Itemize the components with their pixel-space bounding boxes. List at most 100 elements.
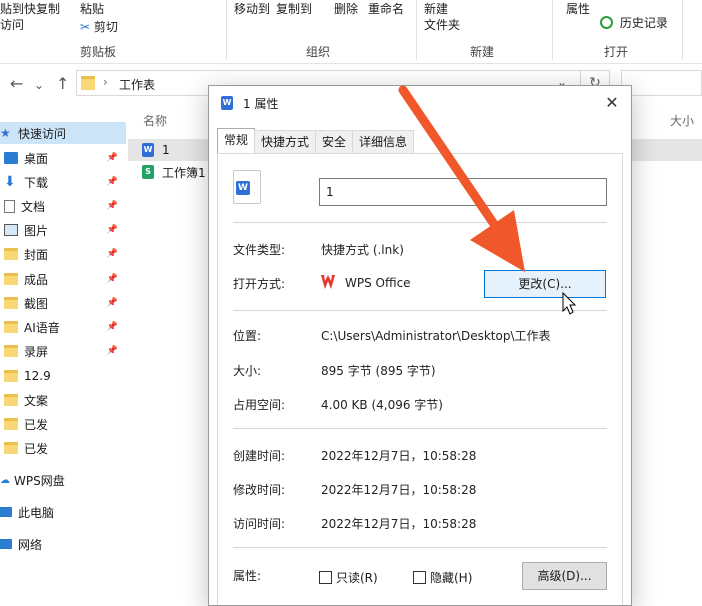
close-icon: ✕: [605, 93, 619, 112]
pin-icon: 📌: [106, 153, 118, 163]
organize-group-label: 组织: [306, 45, 331, 59]
open-group-label: 打开: [604, 45, 629, 59]
document-icon: [4, 199, 15, 213]
open-with-label: 打开方式:: [233, 277, 286, 291]
pin-quick-access-button[interactable]: 贴到快: [0, 0, 36, 17]
path-separator: ›: [103, 75, 108, 89]
folder-icon: [4, 321, 18, 333]
sidebar-item-pictures[interactable]: 图片 📌: [0, 219, 126, 241]
file-name-input[interactable]: 1: [319, 178, 607, 206]
hidden-checkbox[interactable]: 隐藏(H): [413, 569, 472, 586]
tab-security[interactable]: 安全: [315, 130, 354, 154]
folder-icon: [81, 76, 95, 90]
sidebar-item-screenshots[interactable]: 截图 📌: [0, 292, 126, 314]
dialog-title-bar[interactable]: W 1 属性: [209, 86, 631, 120]
pin-icon: 📌: [106, 201, 118, 211]
folder-icon: [4, 345, 18, 357]
sidebar-item-screen-recording[interactable]: 录屏 📌: [0, 340, 126, 362]
folder-icon: [4, 248, 18, 260]
pin-icon: 📌: [106, 225, 118, 235]
clipboard-group-label: 剪贴板: [80, 45, 117, 59]
cloud-icon: ☁: [0, 474, 10, 486]
sidebar-item-finished[interactable]: 成品 📌: [0, 268, 126, 290]
sidebar-item-downloads[interactable]: ⬇ 下载 📌: [0, 171, 126, 193]
pin-icon: 📌: [106, 298, 118, 308]
sidebar-item-copywriting[interactable]: 文案: [0, 389, 126, 411]
folder-icon: [4, 442, 18, 454]
properties-dialog: W 1 属性 ✕ 常规 快捷方式 安全 详细信息 W 1 文件类型: 快捷方式 …: [208, 85, 632, 606]
folder-icon: [4, 394, 18, 406]
sidebar-item-cover[interactable]: 封面 📌: [0, 243, 126, 265]
sidebar-item-published[interactable]: 已发: [0, 413, 126, 435]
navigation-pane: ★ 快速访问 桌面 📌 ⬇ 下载 📌 文档 📌 图片 📌 封面 📌 成品 📌 截…: [0, 110, 126, 606]
checkbox-box[interactable]: [413, 571, 426, 584]
disk-size-label: 占用空间:: [233, 398, 286, 412]
separator: [233, 547, 607, 548]
close-button[interactable]: ✕: [601, 92, 623, 114]
desktop-icon: [4, 152, 18, 164]
location-value: C:\Users\Administrator\Desktop\工作表: [321, 329, 551, 343]
sidebar-item-12-9[interactable]: 12.9: [0, 365, 126, 387]
breadcrumb-folder[interactable]: 工作表: [119, 76, 155, 93]
dialog-tabs: 常规 快捷方式 安全 详细信息: [217, 128, 415, 154]
search-input[interactable]: [621, 70, 702, 96]
change-button[interactable]: 更改(C)...: [484, 270, 606, 298]
tab-shortcut[interactable]: 快捷方式: [254, 130, 317, 154]
back-icon[interactable]: ←: [10, 74, 23, 93]
ribbon-divider: [416, 0, 417, 60]
new-folder-label: 文件夹: [424, 18, 461, 32]
sidebar-item-published-2[interactable]: 已发: [0, 437, 126, 459]
move-to-button[interactable]: 移动到: [234, 0, 270, 17]
pin-icon: 📌: [106, 249, 118, 259]
scissors-icon: ✂: [80, 20, 91, 34]
folder-icon: [4, 297, 18, 309]
history-button[interactable]: 历史记录: [600, 14, 668, 31]
pin-icon: 📌: [106, 322, 118, 332]
pin-icon: 📌: [106, 274, 118, 284]
attributes-label: 属性:: [233, 569, 262, 583]
column-header-name[interactable]: 名称: [143, 112, 167, 129]
ribbon-divider: [682, 0, 683, 60]
file-type-value: 快捷方式 (.lnk): [321, 243, 404, 257]
readonly-checkbox[interactable]: 只读(R): [319, 569, 378, 586]
dialog-title: 1 属性: [243, 96, 279, 111]
download-icon: ⬇: [4, 174, 16, 190]
network-icon: [0, 539, 12, 549]
new-folder-button[interactable]: 新建: [424, 0, 448, 17]
sidebar-item-desktop[interactable]: 桌面 📌: [0, 147, 126, 169]
new-group-label: 新建: [470, 45, 495, 59]
sidebar-item-this-pc[interactable]: 此电脑: [0, 501, 126, 523]
folder-icon: [4, 370, 18, 382]
sidebar-item-quick-access[interactable]: ★ 快速访问: [0, 122, 126, 144]
computer-icon: [0, 507, 12, 517]
paste-button[interactable]: 粘贴: [80, 0, 104, 17]
sidebar-item-wps-cloud[interactable]: ☁ WPS网盘: [0, 469, 126, 491]
delete-button[interactable]: 删除: [334, 0, 358, 17]
properties-button[interactable]: 属性: [566, 0, 590, 17]
rename-button[interactable]: 重命名: [368, 0, 404, 17]
advanced-button[interactable]: 高级(D)...: [522, 562, 607, 590]
sidebar-item-documents[interactable]: 文档 📌: [0, 195, 126, 217]
cut-button[interactable]: ✂ 剪切: [80, 18, 118, 35]
copy-button[interactable]: 复制: [36, 0, 60, 17]
size-value: 895 字节 (895 字节): [321, 364, 436, 378]
up-icon[interactable]: ↑: [56, 74, 69, 93]
tab-general[interactable]: 常规: [217, 128, 256, 154]
separator: [233, 222, 607, 223]
column-header-size[interactable]: 大小: [670, 112, 694, 129]
ribbon: 贴到快 访问 复制 粘贴 ✂ 剪切 剪贴板 移动到 复制到 删除 重命名 组织 …: [0, 0, 702, 64]
sidebar-item-network[interactable]: 网络: [0, 533, 126, 555]
location-label: 位置:: [233, 329, 262, 343]
accessed-label: 访问时间:: [233, 517, 286, 531]
wps-sheet-file-icon: S: [142, 165, 154, 179]
pin-icon: 📌: [106, 346, 118, 356]
copy-to-button[interactable]: 复制到: [276, 0, 312, 17]
picture-icon: [4, 224, 18, 236]
tab-details[interactable]: 详细信息: [352, 130, 415, 154]
checkbox-box[interactable]: [319, 571, 332, 584]
recent-locations-icon[interactable]: ⌄: [34, 78, 44, 92]
ribbon-divider: [552, 0, 553, 60]
created-label: 创建时间:: [233, 449, 286, 463]
sidebar-item-ai-voice[interactable]: AI语音 📌: [0, 316, 126, 338]
separator: [233, 428, 607, 429]
